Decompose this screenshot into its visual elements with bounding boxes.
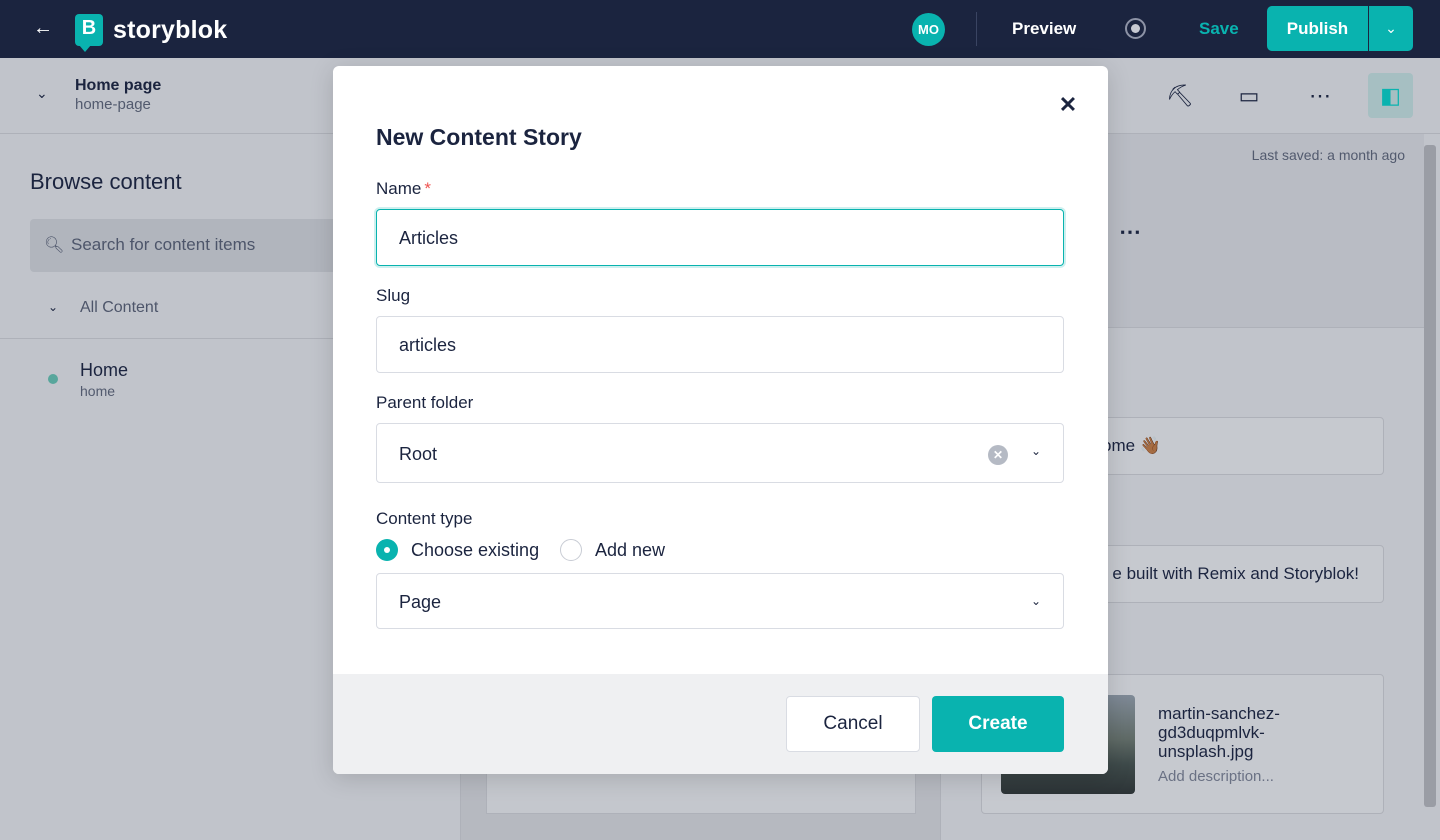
name-label-text: Name (376, 179, 422, 198)
browse-content-title: Browse content (30, 169, 182, 194)
content-search-input[interactable]: 🔍︎ Search for content items (30, 219, 350, 272)
logo-mark-icon: B (75, 14, 103, 52)
content-type-value: Page (399, 592, 442, 612)
story-slug: home-page (75, 96, 151, 113)
top-divider (976, 12, 977, 46)
preview-button[interactable]: Preview (1012, 19, 1076, 39)
record-icon[interactable] (1125, 18, 1146, 39)
chevron-down-icon: ⌄ (1030, 444, 1041, 458)
top-bar: ← B storyblok MO Preview Save Publish ⌄ (0, 0, 1440, 58)
panel-toggle-icon[interactable]: ◧ (1368, 73, 1413, 118)
more-options-icon[interactable]: ⋯ (1306, 82, 1334, 110)
search-placeholder: Search for content items (71, 235, 256, 254)
name-input-value: Articles (399, 228, 459, 248)
publish-dropdown-button[interactable]: ⌄ (1369, 6, 1413, 51)
name-input[interactable]: Articles (376, 209, 1064, 266)
name-label: Name * (376, 179, 431, 199)
dialog-footer: Cancel Create (333, 674, 1108, 774)
more-options-icon[interactable]: ⋯ (1119, 219, 1141, 245)
storyblok-logo[interactable]: B storyblok (75, 14, 228, 52)
chevron-down-icon: ⌄ (1385, 20, 1397, 36)
scrollbar[interactable] (1424, 145, 1436, 807)
content-type-label: Content type (376, 509, 473, 528)
chevron-down-icon[interactable]: ⌄ (36, 85, 48, 102)
required-mark: * (424, 179, 431, 198)
cancel-button[interactable]: Cancel (786, 696, 920, 752)
story-title: Home page (75, 77, 162, 94)
chevron-down-icon: ⌄ (1030, 594, 1041, 608)
slug-input[interactable]: articles (376, 316, 1064, 373)
dialog-title: New Content Story (376, 124, 582, 150)
canvas-card (486, 774, 916, 814)
search-icon: 🔍︎ (44, 237, 65, 254)
content-item-slug: home (80, 383, 116, 399)
content-item-title[interactable]: Home (80, 360, 128, 381)
publish-button[interactable]: Publish (1267, 6, 1368, 51)
published-status-dot (48, 374, 58, 384)
parent-folder-value: Root (399, 444, 438, 464)
content-type-select[interactable]: Page ⌄ (376, 573, 1064, 629)
paint-roller-icon[interactable]: ⛏ (1166, 82, 1194, 110)
user-avatar[interactable]: MO (912, 13, 945, 46)
chevron-down-icon[interactable]: ⌄ (48, 300, 58, 314)
asset-filename: martin-sanchez-gd3duqpmlvk-unsplash.jpg (1158, 704, 1280, 761)
headline-field-value: ome 👋🏾 (1102, 436, 1161, 455)
subheadline-field-value: e built with Remix and Storyblok! (1112, 564, 1359, 583)
slug-label: Slug (376, 286, 411, 305)
radio-choose-existing-label[interactable]: Choose existing (411, 540, 539, 561)
back-arrow-icon[interactable]: ← (33, 17, 55, 39)
logo-text: storyblok (113, 15, 228, 44)
last-saved-text: Last saved: a month ago (1251, 147, 1405, 163)
close-icon[interactable]: ✕ (1057, 94, 1079, 116)
parent-folder-select[interactable]: Root ✕ ⌄ (376, 423, 1064, 483)
create-button[interactable]: Create (932, 696, 1064, 752)
radio-add-new[interactable] (560, 539, 582, 561)
parent-folder-label: Parent folder (376, 393, 474, 412)
save-button[interactable]: Save (1199, 19, 1239, 39)
asset-description-input[interactable]: Add description... (1158, 768, 1274, 785)
device-icon[interactable]: ▭ (1235, 82, 1263, 110)
clear-icon[interactable]: ✕ (988, 445, 1008, 465)
tree-root-all-content[interactable]: All Content (80, 299, 158, 317)
radio-add-new-label[interactable]: Add new (595, 540, 665, 561)
slug-input-value: articles (399, 335, 457, 355)
radio-choose-existing[interactable] (376, 539, 398, 561)
new-content-story-dialog: ✕ New Content Story Name * Articles Slug … (333, 66, 1108, 774)
